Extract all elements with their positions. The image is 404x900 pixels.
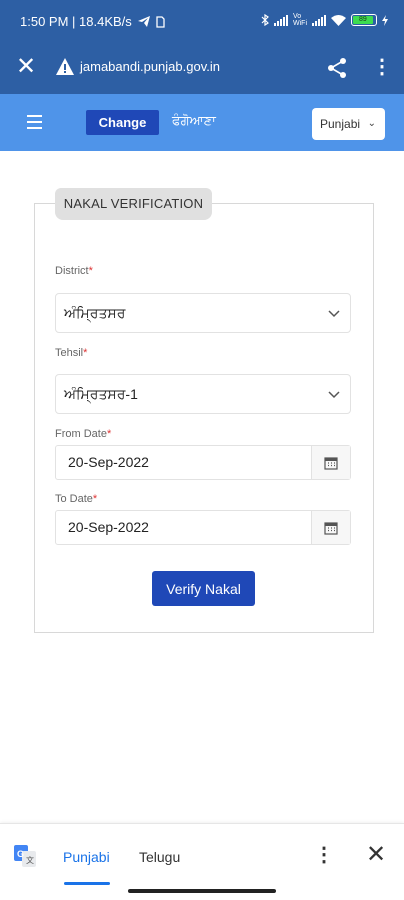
verify-nakal-button[interactable]: Verify Nakal [152, 571, 255, 606]
chevron-down-icon [328, 310, 340, 318]
tehsil-label: Tehsil* [55, 347, 88, 359]
close-icon[interactable]: ✕ [364, 843, 388, 868]
calendar-icon[interactable] [311, 446, 350, 479]
from-date-value: 20-Sep-2022 [68, 454, 149, 470]
share-icon[interactable] [326, 56, 348, 80]
from-date-label: From Date* [55, 428, 112, 440]
tab-telugu[interactable]: Telugu [139, 849, 180, 865]
more-vert-icon[interactable]: ⋮ [314, 844, 334, 868]
tab-punjabi[interactable]: Punjabi [63, 849, 110, 865]
google-translate-icon[interactable]: G 文 [13, 844, 37, 868]
url-text[interactable]: jamabandi.punjab.gov.in [80, 59, 220, 74]
more-vert-icon[interactable]: ⋮ [372, 56, 392, 80]
district-label: District* [55, 265, 93, 277]
language-select[interactable]: Punjabi ⌄ [312, 108, 385, 140]
telegram-icon [137, 16, 150, 27]
wifi-icon [331, 14, 346, 26]
battery-icon: 89 [351, 14, 377, 26]
chevron-down-icon: ⌄ [367, 118, 376, 129]
tehsil-select[interactable]: ਅੰਮ੍ਰਿਤਸਰ-1 [55, 374, 351, 414]
gesture-nav-bar[interactable] [128, 889, 276, 893]
form-title: NAKAL VERIFICATION [55, 188, 212, 220]
svg-text:文: 文 [26, 855, 34, 865]
bluetooth-icon [261, 14, 269, 26]
to-date-field[interactable]: 20-Sep-2022 [55, 510, 351, 545]
language-select-value: Punjabi [320, 117, 361, 131]
alt-language-label[interactable]: ਫੰਗੋਆਣਾ [172, 113, 216, 129]
district-value: ਅੰਮ੍ਰਿਤਸਰ [64, 305, 126, 321]
district-select[interactable]: ਅੰਮ੍ਰਿਤਸਰ [55, 293, 351, 333]
charging-icon [382, 14, 388, 26]
battery-level: 89 [353, 16, 373, 24]
from-date-field[interactable]: 20-Sep-2022 [55, 445, 351, 480]
sim-icon [156, 15, 165, 28]
volte-icon: Vo WiFi [293, 13, 307, 27]
signal-icon [274, 14, 288, 26]
calendar-icon[interactable] [311, 511, 350, 544]
status-right: Vo WiFi 89 [261, 13, 388, 27]
signal-icon-2 [312, 14, 326, 26]
browser-toolbar: ✕ jamabandi.punjab.gov.in ⋮ [0, 44, 404, 94]
site-header: Change ਫੰਗੋਆਣਾ Punjabi ⌄ [0, 94, 404, 151]
menu-icon[interactable] [27, 115, 42, 129]
status-left: 1:50 PM | 18.4KB/s [20, 14, 165, 29]
warning-icon[interactable] [55, 57, 75, 77]
close-icon[interactable]: ✕ [14, 55, 38, 80]
status-bar: 1:50 PM | 18.4KB/s Vo WiFi 89 [0, 0, 404, 44]
active-tab-indicator [64, 882, 110, 885]
status-time: 1:50 PM | 18.4KB/s [20, 14, 132, 29]
chevron-down-icon [328, 391, 340, 399]
change-button[interactable]: Change [86, 110, 159, 135]
svg-text:G: G [17, 849, 24, 859]
tehsil-value: ਅੰਮ੍ਰਿਤਸਰ-1 [64, 386, 138, 402]
to-date-value: 20-Sep-2022 [68, 519, 149, 535]
to-date-label: To Date* [55, 493, 98, 505]
